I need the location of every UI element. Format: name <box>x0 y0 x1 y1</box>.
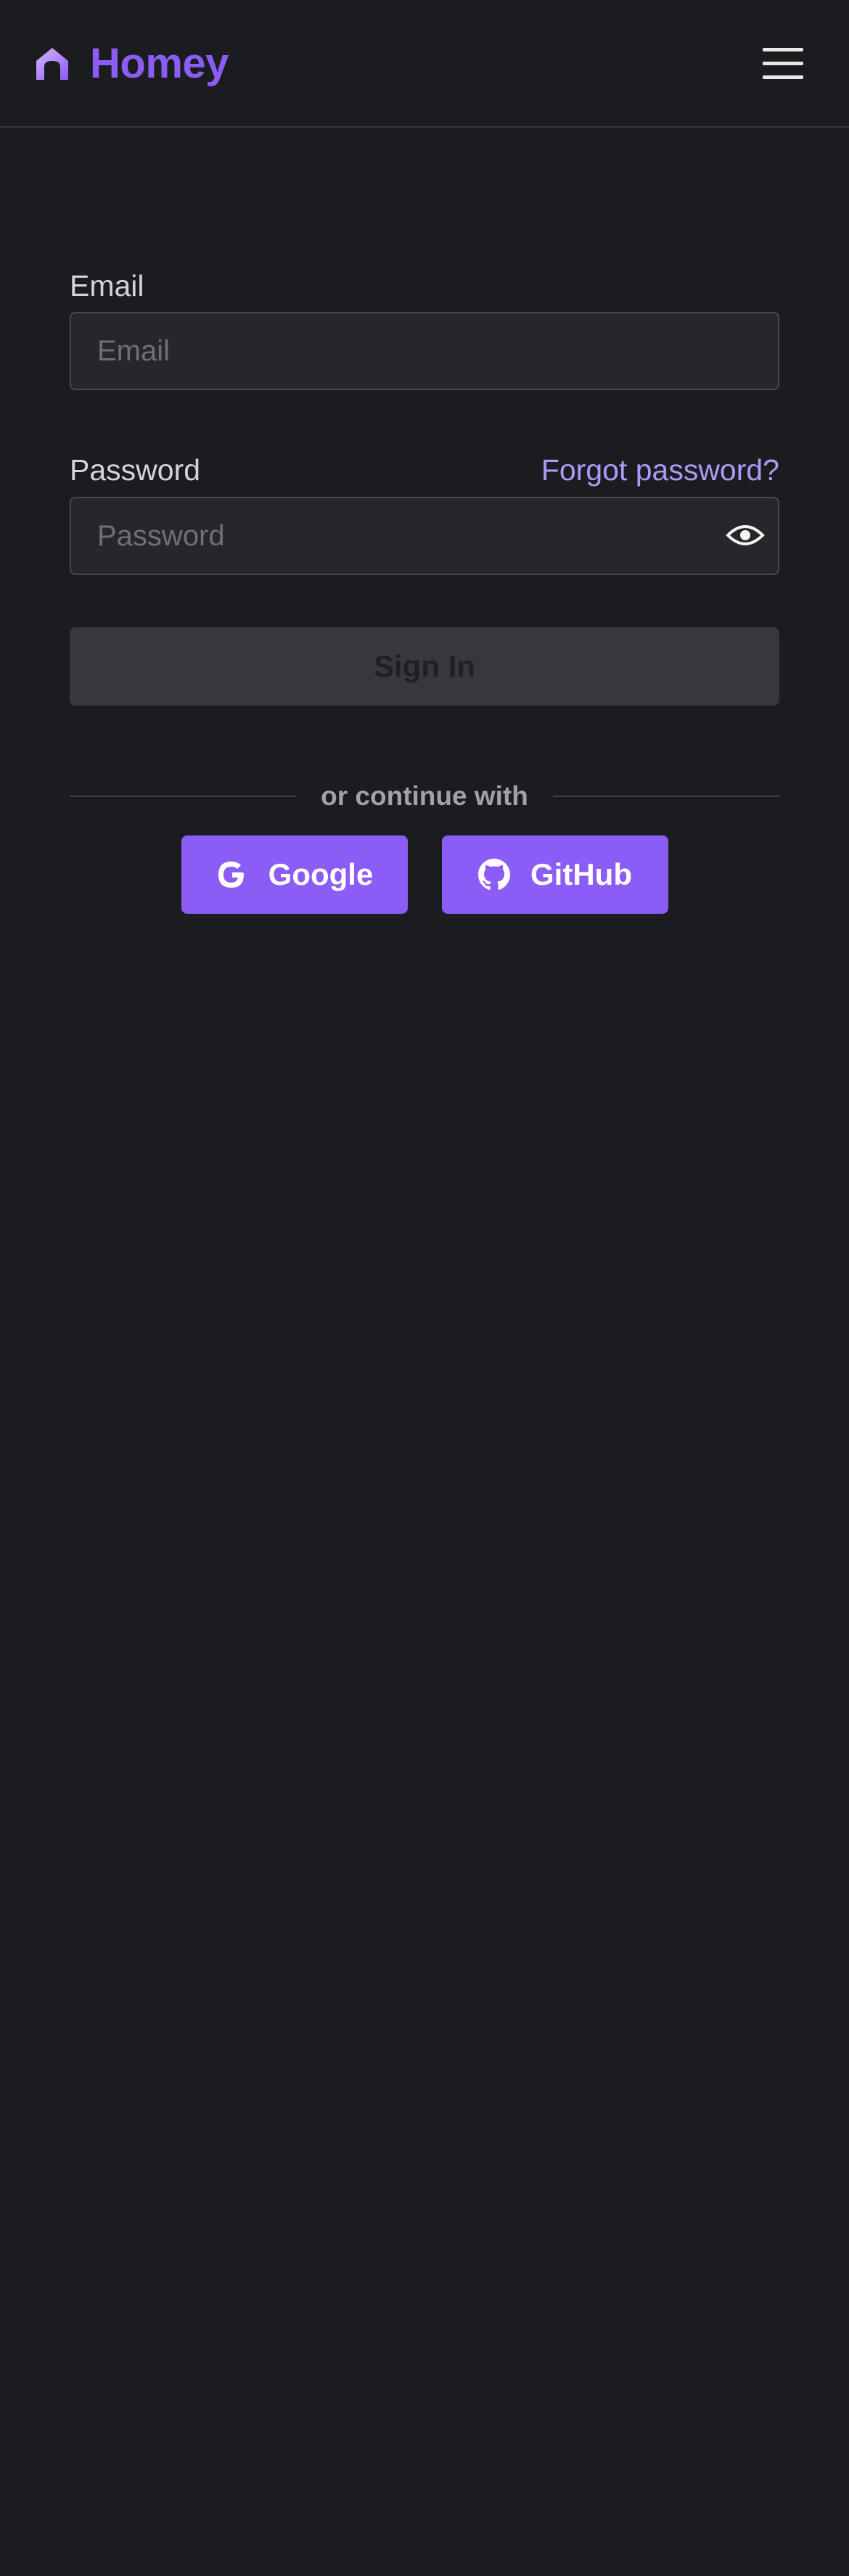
github-icon <box>478 859 511 890</box>
hamburger-menu-icon[interactable] <box>759 41 807 87</box>
google-sign-in-button[interactable]: Google <box>181 835 408 914</box>
google-icon <box>218 862 244 888</box>
brand-name: Homey <box>90 40 229 87</box>
password-label: Password <box>70 453 201 487</box>
email-field[interactable] <box>70 312 779 390</box>
divider-right <box>553 796 779 797</box>
google-label: Google <box>268 857 374 891</box>
email-label: Email <box>70 269 144 302</box>
github-label: GitHub <box>530 857 632 891</box>
sign-in-button[interactable]: Sign In <box>70 627 779 706</box>
brand[interactable]: Homey <box>33 38 229 90</box>
github-sign-in-button[interactable]: GitHub <box>442 835 668 914</box>
forgot-password-link[interactable]: Forgot password? <box>541 452 779 488</box>
house-arch-icon <box>36 48 68 80</box>
password-field[interactable] <box>70 497 779 575</box>
eye-icon[interactable] <box>726 521 765 550</box>
top-navbar: Homey <box>0 0 849 128</box>
